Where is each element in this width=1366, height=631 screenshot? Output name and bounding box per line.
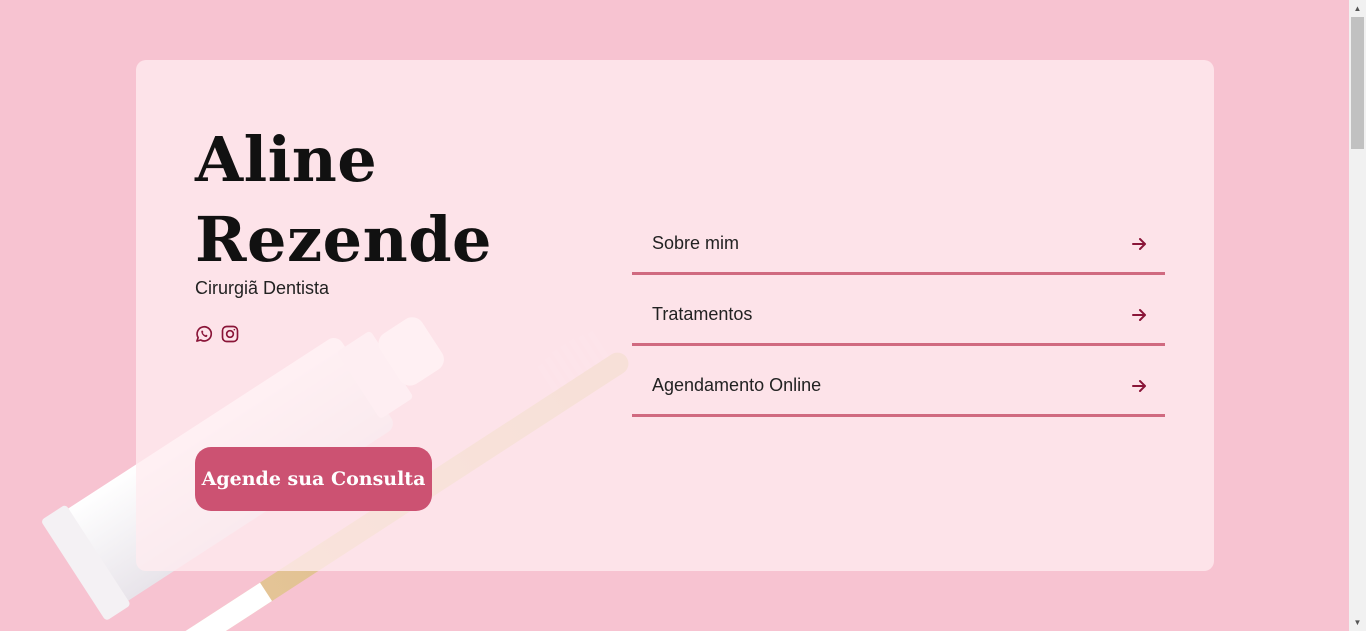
doctor-name: Aline Rezende [195, 120, 492, 280]
scroll-down-icon[interactable]: ▼ [1349, 614, 1366, 631]
doctor-last-name: Rezende [195, 203, 493, 276]
hero-card: Aline Rezende Cirurgiã Dentista Agende s… [136, 60, 1214, 571]
menu-item-tratamentos[interactable]: Tratamentos [632, 275, 1165, 346]
doctor-title: Cirurgiã Dentista [195, 278, 330, 298]
whatsapp-link[interactable] [194, 324, 214, 344]
instagram-icon [221, 325, 239, 343]
page-scrollbar[interactable]: ▲ ▼ [1349, 0, 1366, 631]
book-appointment-button[interactable]: Agende sua Consulta [195, 447, 432, 511]
whatsapp-icon [196, 325, 213, 342]
menu-item-sobre-mim[interactable]: Sobre mim [632, 204, 1165, 275]
arrow-right-icon [1132, 380, 1146, 392]
doctor-first-name: Aline [195, 123, 378, 196]
arrow-right-icon [1132, 238, 1146, 250]
scrollbar-thumb[interactable] [1351, 17, 1364, 149]
menu-item-label: Agendamento Online [652, 375, 822, 395]
social-links [194, 324, 240, 344]
main-menu: Sobre mim Tratamentos Agendamento Online [632, 204, 1165, 417]
menu-item-agendamento-online[interactable]: Agendamento Online [632, 346, 1165, 417]
instagram-link[interactable] [220, 324, 240, 344]
page: Aline Rezende Cirurgiã Dentista Agende s… [0, 0, 1366, 631]
menu-item-label: Sobre mim [652, 233, 740, 253]
arrow-right-icon [1132, 309, 1146, 321]
menu-item-label: Tratamentos [652, 304, 753, 324]
scroll-up-icon[interactable]: ▲ [1349, 0, 1366, 17]
